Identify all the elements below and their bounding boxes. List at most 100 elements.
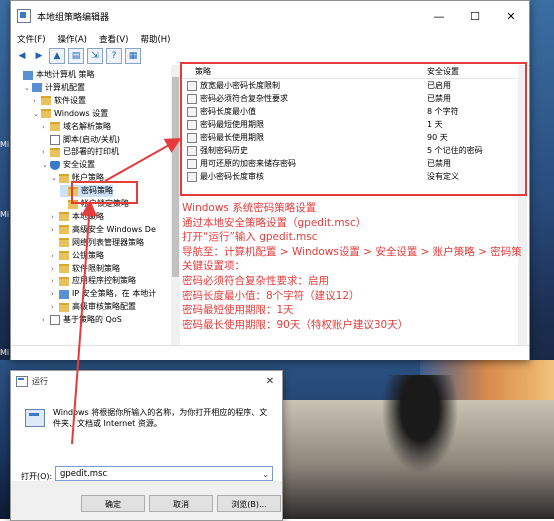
tree-item[interactable]: › 域名解析策略: [42, 121, 111, 133]
chevron-right-icon[interactable]: ›: [51, 288, 59, 300]
desktop-icon-label[interactable]: Mi: [0, 210, 9, 219]
run-description: Windows 将根据你所输入的名称，为你打开相应的程序、文件夹、文档或 Int…: [53, 408, 268, 428]
tree-item[interactable]: › IP 安全策略，在 本地计: [51, 288, 156, 300]
menu-view[interactable]: 查看(V): [99, 33, 128, 45]
folder-icon: [59, 225, 69, 235]
tree-item-label: Windows 设置: [54, 108, 109, 118]
tree-item[interactable]: ⌄ 安全设置: [42, 159, 95, 171]
chevron-right-icon[interactable]: ›: [42, 146, 50, 158]
folder-icon: [50, 147, 60, 157]
help-icon[interactable]: ?: [106, 48, 122, 64]
chevron-down-icon[interactable]: ⌄: [262, 467, 269, 482]
folder-icon: [59, 276, 69, 286]
chevron-right-icon[interactable]: ›: [51, 224, 59, 236]
shield-icon: [50, 160, 60, 170]
chevron-right-icon[interactable]: ›: [51, 275, 59, 287]
desktop-icon-label[interactable]: Mi: [0, 140, 9, 149]
export-list-icon[interactable]: ⇲: [87, 48, 103, 64]
doc-icon: [50, 315, 60, 326]
back-arrow-icon[interactable]: ◀: [15, 49, 29, 63]
note-line: Windows 系统密码策略设置: [182, 202, 317, 214]
close-button[interactable]: ✕: [493, 1, 529, 31]
tree-item[interactable]: › 软件限制策略: [51, 263, 120, 275]
tree-item-label: IP 安全策略，在 本地计: [72, 289, 157, 299]
menu-action[interactable]: 操作(A): [58, 33, 87, 45]
annotation-notes: Windows 系统密码策略设置 通过本地安全策略设置（gpedit.msc） …: [182, 201, 524, 332]
status-bar: [11, 345, 529, 360]
show-tree-icon[interactable]: ▤: [68, 48, 84, 64]
chevron-down-icon[interactable]: ⌄: [33, 108, 41, 120]
tree-item[interactable]: 网络列表管理器策略: [51, 237, 144, 249]
maximize-button[interactable]: ☐: [457, 1, 493, 31]
tree-item[interactable]: › 高级安全 Windows De: [51, 224, 156, 236]
menu-bar: 文件(F) 操作(A) 查看(V) 帮助(H): [11, 31, 529, 47]
chevron-right-icon[interactable]: ›: [51, 211, 59, 223]
tree-item[interactable]: › 高级审核策略配置: [51, 301, 136, 313]
minimize-button[interactable]: —: [421, 1, 457, 31]
note-line: 导航至：计算机配置 > Windows设置 > 安全设置 > 账户策略 > 密码…: [182, 245, 522, 258]
run-command-input[interactable]: gpedit.msc ⌄: [55, 466, 273, 481]
tree-item-label: 软件限制策略: [72, 263, 120, 273]
browse-button[interactable]: 浏览(B)...: [217, 495, 281, 512]
tree-item-label: 高级审核策略配置: [72, 302, 136, 312]
run-dialog-title: 运行: [32, 376, 48, 386]
tree-item[interactable]: › 公钥策略: [51, 250, 104, 262]
run-dialog-titlebar[interactable]: 运行 ✕: [11, 371, 282, 391]
pc-icon: [23, 70, 33, 80]
tree-vertical-scrollbar[interactable]: [171, 65, 180, 347]
desktop-icon-label[interactable]: Mi: [0, 348, 9, 357]
folder-icon: [59, 302, 69, 312]
tree-item[interactable]: 脚本(启动/关机): [42, 134, 120, 146]
cancel-button[interactable]: 取消: [149, 495, 213, 512]
chevron-down-icon[interactable]: ⌄: [42, 159, 50, 171]
doc-icon: [50, 134, 60, 145]
folder-icon: [41, 96, 51, 106]
folder-icon: [59, 212, 69, 222]
tree-item[interactable]: 本地计算机 策略: [15, 69, 95, 81]
run-dialog-body: Windows 将根据你所输入的名称，为你打开相应的程序、文件夹、文档或 Int…: [11, 391, 282, 481]
window-titlebar[interactable]: 本地组策略编辑器 — ☐ ✕: [11, 1, 529, 31]
properties-icon[interactable]: ▦: [125, 48, 141, 64]
run-dialog-buttons: 确定 取消 浏览(B)...: [11, 489, 282, 519]
pc-icon: [59, 289, 69, 299]
tree-item[interactable]: › 基于策略的 QoS: [42, 314, 122, 326]
console-tree: 本地计算机 策略 ⌄ 计算机配置 › 软件设置 ⌄ Windows 设置 › 域名解析策略 脚本(…: [11, 65, 172, 347]
tree-item[interactable]: ⌄ 计算机配置: [24, 82, 85, 94]
folder-icon: [50, 122, 60, 132]
menu-help[interactable]: 帮助(H): [140, 33, 170, 45]
tree-item[interactable]: ⌄ Windows 设置: [33, 108, 108, 120]
chevron-down-icon[interactable]: ⌄: [24, 82, 32, 94]
run-program-icon: [25, 409, 45, 427]
tree-item[interactable]: › 应用程序控制策略: [51, 275, 136, 287]
chevron-right-icon[interactable]: ›: [51, 301, 59, 313]
tree-item-label: 脚本(启动/关机): [63, 134, 120, 144]
up-folder-icon[interactable]: ▲: [49, 48, 65, 64]
folder-icon: [59, 238, 69, 248]
run-command-value: gpedit.msc: [60, 469, 108, 479]
annotation-password-policy-box: [71, 181, 138, 204]
tree-item-label: 网络列表管理器策略: [72, 237, 144, 247]
chevron-right-icon[interactable]: ›: [51, 263, 59, 275]
tree-item-label: 已部署的打印机: [63, 147, 119, 157]
tree-item[interactable]: › 本地策略: [51, 211, 104, 223]
chevron-down-icon[interactable]: ⌄: [51, 172, 59, 184]
note-line: 通过本地安全策略设置（gpedit.msc）: [182, 216, 367, 229]
chevron-right-icon[interactable]: ›: [51, 250, 59, 262]
desktop-wallpaper-palm: [375, 375, 465, 485]
tree-item[interactable]: › 软件设置: [33, 95, 86, 107]
chevron-right-icon[interactable]: ›: [42, 314, 50, 326]
folder-icon: [41, 109, 51, 119]
menu-file[interactable]: 文件(F): [17, 33, 46, 45]
ok-button[interactable]: 确定: [81, 495, 145, 512]
tree-item-label: 应用程序控制策略: [72, 276, 136, 286]
gpedit-app-icon: [17, 9, 31, 23]
tree-item[interactable]: › 已部署的打印机: [42, 146, 119, 158]
chevron-right-icon[interactable]: ›: [42, 121, 50, 133]
scrollbar-thumb[interactable]: [172, 77, 179, 277]
forward-arrow-icon[interactable]: ▶: [32, 49, 46, 63]
run-close-button[interactable]: ✕: [258, 376, 282, 387]
note-line: 打开“运行”输入 gpedit.msc: [182, 231, 318, 244]
pc-icon: [32, 83, 42, 93]
chevron-right-icon[interactable]: ›: [33, 95, 41, 107]
note-line: 密码最长使用期限：90天（特权账户建议30天）: [182, 318, 409, 331]
